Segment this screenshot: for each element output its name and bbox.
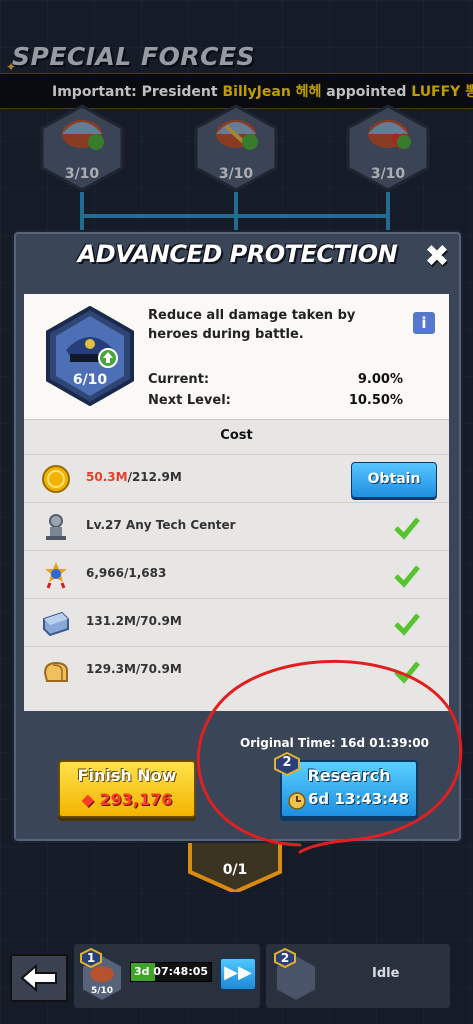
speed-up-button[interactable]: ▶▶ — [220, 958, 256, 990]
checkmark-icon — [394, 661, 420, 684]
clock-icon — [288, 792, 306, 810]
cost-amount: 131.2M/70.9M — [86, 614, 182, 628]
cost-amount: 6,966/1,683 — [86, 566, 166, 580]
cost-have: 131.2M — [86, 614, 136, 628]
close-icon[interactable]: ✖ — [421, 242, 453, 274]
slot-1-progress: 3d 07:48:05 — [130, 962, 212, 982]
current-value: 9.00% — [357, 372, 403, 387]
current-stat: Current: 9.00% — [148, 372, 403, 387]
cost-row-tech-center: Lv.27 Any Tech Center — [24, 502, 449, 551]
checkmark-icon — [394, 565, 420, 588]
next-label: Next Level: — [148, 393, 231, 408]
checkmark-icon — [394, 517, 420, 540]
cost-need: /212.9M — [127, 470, 182, 484]
bottom-bar: 5/10 1 3d 07:48:05 ▶▶ 2 Idle — [0, 940, 473, 1010]
cost-row-medal: 6,966/1,683 — [24, 550, 449, 599]
bread-icon — [43, 661, 68, 682]
back-button[interactable] — [10, 954, 68, 1002]
cost-amount: 129.3M/70.9M — [86, 662, 182, 676]
cost-title: Cost — [220, 428, 253, 443]
skill-info-card: 6/10 Reduce all damage taken by heroes d… — [24, 294, 449, 420]
cost-row-gold: 50.3M/212.9M Obtain — [24, 454, 449, 503]
slot-1-badge-number: 1 — [86, 951, 96, 965]
skill-level: 6/10 — [72, 372, 108, 388]
slot-2-badge-number: 2 — [280, 951, 290, 965]
next-value: 10.50% — [348, 393, 403, 408]
slot-1-level: 5/10 — [90, 986, 114, 996]
ruby-icon: ◆ — [81, 790, 94, 809]
cost-have: 129.3M — [86, 662, 136, 676]
research-button[interactable]: 2 Research 6d 13:43:48 — [274, 751, 418, 818]
cost-have: 50.3M — [86, 470, 128, 484]
finish-now-button[interactable]: Finish Now ◆ 293,176 — [58, 760, 196, 818]
cost-row-iron: 131.2M/70.9M — [24, 598, 449, 647]
back-arrow-icon — [20, 963, 57, 993]
info-icon[interactable]: i — [413, 312, 435, 334]
finish-label: Finish Now — [77, 766, 177, 785]
cost-amount: 50.3M/212.9M — [86, 470, 182, 484]
cost-have: 6,966 — [86, 566, 124, 580]
slot-1-timer: 3d 07:48:05 — [133, 965, 209, 978]
research-slot-2[interactable]: 2 — [266, 944, 450, 1008]
research-time: 6d 13:43:48 — [308, 790, 410, 808]
medal-icon — [45, 562, 67, 589]
current-label: Current: — [148, 372, 210, 387]
skill-description: Reduce all damage taken by heroes during… — [148, 308, 356, 342]
dialog-panel: 6/10 Reduce all damage taken by heroes d… — [24, 294, 449, 711]
research-dialog: ADVANCED PROTECTION ✖ 6/10 Reduce all da… — [14, 232, 461, 841]
original-time: Original Time: 16d 01:39:00 — [240, 736, 429, 750]
gold-coin-icon — [42, 465, 70, 493]
finish-cost-value: 293,176 — [99, 790, 173, 809]
tech-center-icon — [46, 514, 66, 540]
checkmark-icon — [394, 613, 420, 636]
obtain-button[interactable]: Obtain — [351, 462, 437, 498]
next-level-stat: Next Level: 10.50% — [148, 393, 403, 408]
officer-cap-upgrade-icon — [46, 305, 134, 407]
cost-need: /70.9M — [135, 662, 182, 676]
finish-cost: ◆ 293,176 — [60, 790, 194, 809]
slot-2-status: Idle — [372, 966, 400, 981]
node-level: 0/1 — [222, 862, 248, 878]
cost-row-bread: 129.3M/70.9M — [24, 646, 449, 695]
slot-2-badge: 2 — [274, 948, 296, 968]
cost-need: /70.9M — [135, 614, 182, 628]
dialog-header: ADVANCED PROTECTION ✖ — [16, 234, 459, 288]
skill-icon: 6/10 — [44, 305, 136, 407]
iron-icon — [43, 611, 69, 637]
slot-1-badge: 1 — [80, 948, 102, 968]
cost-need: /1,683 — [123, 566, 167, 580]
dialog-title: ADVANCED PROTECTION — [77, 240, 398, 268]
research-label: Research — [307, 766, 391, 785]
cost-requirement: Lv.27 Any Tech Center — [86, 518, 236, 532]
